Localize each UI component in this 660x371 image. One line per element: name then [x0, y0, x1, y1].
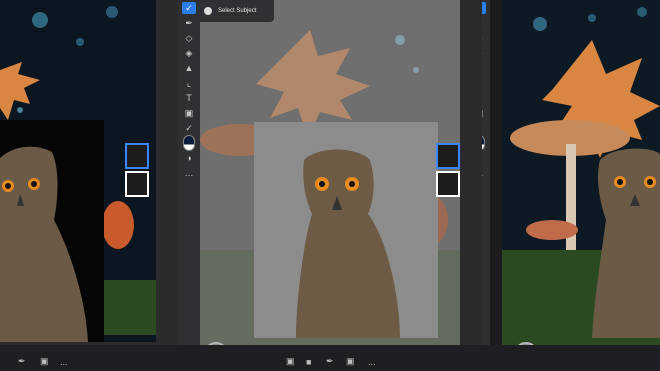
layer-thumbnail-2[interactable]: [125, 171, 149, 197]
layer-thumbnail-4[interactable]: [436, 171, 460, 197]
panel-divider-2: [460, 0, 482, 371]
bottom-bar: ✒ ▣ ... ▣ ■ ✒ ▣ ...: [0, 345, 660, 371]
more-icon[interactable]: ...: [60, 357, 68, 367]
move-icon[interactable]: ✓: [482, 2, 486, 14]
crop-icon[interactable]: ⌞: [482, 77, 486, 89]
layer-thumbnail-3[interactable]: [436, 143, 460, 169]
adjust-icon[interactable]: ◑: [482, 152, 486, 164]
eyedropper-icon[interactable]: ✓: [482, 122, 486, 134]
panel-divider: [156, 0, 178, 371]
type-icon[interactable]: T: [482, 92, 486, 104]
select-subject-label: Select Subject: [218, 8, 257, 14]
middle-panel: ✓ ✒ ◇ ◈ ▲ ⌞ T ▣ ✓ ◑ … Select Subject: [178, 0, 460, 371]
adjust-icon[interactable]: ◑: [182, 152, 196, 164]
brush-icon[interactable]: ✒: [482, 17, 486, 29]
right-canvas: [502, 0, 660, 345]
fill-icon[interactable]: ◈: [482, 47, 486, 59]
layers-icon[interactable]: ▣: [40, 356, 49, 367]
person-icon: [204, 7, 212, 15]
fill-icon[interactable]: ◈: [182, 47, 196, 59]
toolbar: ✓ ✒ ◇ ◈ ▲ ⌞ T ▣ ✓ ◑ …: [178, 0, 200, 347]
color-swatch-icon[interactable]: [182, 135, 196, 151]
left-panel: [0, 0, 158, 371]
type-icon[interactable]: T: [182, 92, 196, 104]
more-icon[interactable]: …: [482, 167, 486, 179]
stamp-icon[interactable]: ▲: [182, 62, 196, 74]
brush-icon[interactable]: ✒: [326, 356, 334, 367]
eraser-icon[interactable]: ◇: [182, 32, 196, 44]
image-icon[interactable]: ▣: [182, 107, 196, 119]
right-panel: ✓ ✒ ◇ ◈ ▲ ⌞ T ▣ ✓ ◑ …: [482, 0, 660, 371]
more-icon[interactable]: …: [182, 167, 196, 179]
toolbar-right: ✓ ✒ ◇ ◈ ▲ ⌞ T ▣ ✓ ◑ …: [482, 0, 490, 347]
select-subject-popup[interactable]: Select Subject: [196, 0, 274, 22]
brush-icon[interactable]: ✒: [18, 356, 26, 367]
more-icon[interactable]: ...: [368, 357, 376, 367]
color-swatch-icon[interactable]: [482, 135, 486, 151]
select-icon[interactable]: ▣: [286, 356, 295, 367]
image-icon[interactable]: ▣: [346, 356, 355, 367]
eraser-icon[interactable]: ◇: [482, 32, 486, 44]
crop-icon[interactable]: ⌞: [182, 77, 196, 89]
image-icon[interactable]: ▣: [482, 107, 486, 119]
move-icon[interactable]: ✓: [182, 2, 196, 14]
layer-thumbnail-1[interactable]: [125, 143, 149, 169]
middle-canvas: [200, 0, 460, 345]
square-icon[interactable]: ■: [306, 357, 311, 367]
stamp-icon[interactable]: ▲: [482, 62, 486, 74]
brush-icon[interactable]: ✒: [182, 17, 196, 29]
eyedropper-icon[interactable]: ✓: [182, 122, 196, 134]
